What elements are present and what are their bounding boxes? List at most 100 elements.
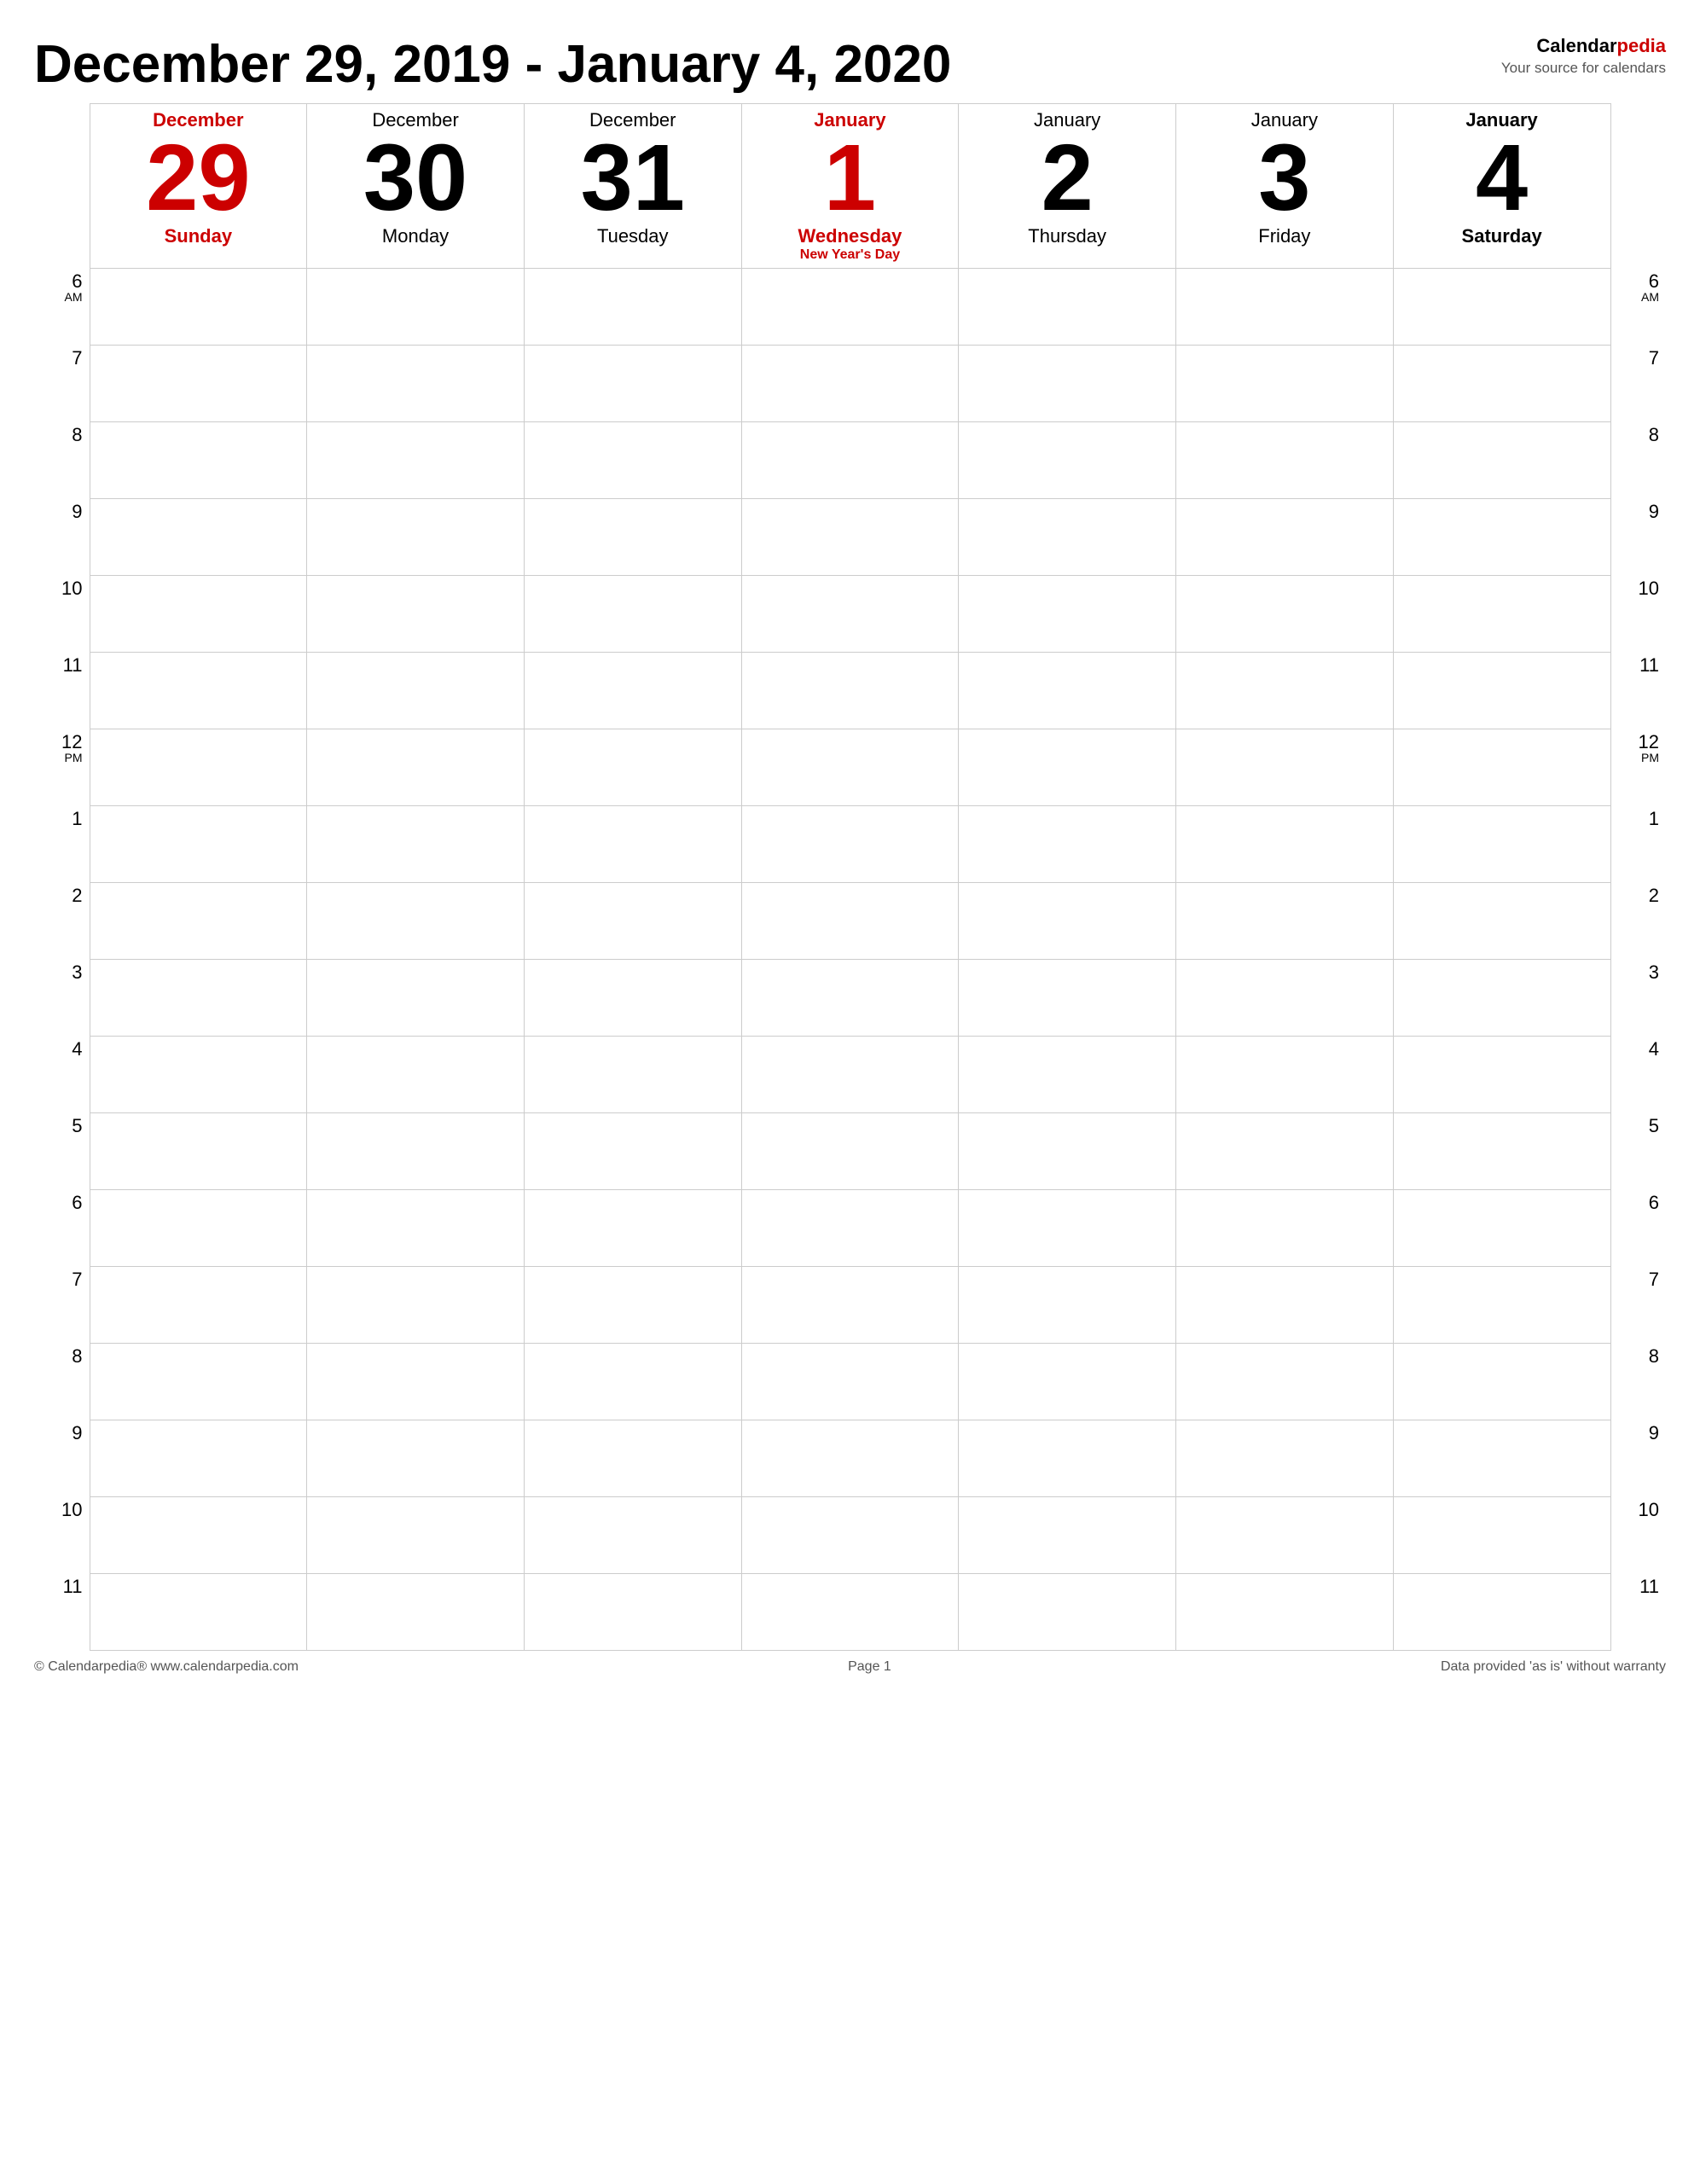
day-cell-1-hour-15[interactable]: [307, 1420, 525, 1497]
day-cell-5-hour-4[interactable]: [1176, 576, 1394, 653]
day-cell-3-hour-14[interactable]: [741, 1344, 959, 1420]
day-cell-3-hour-6[interactable]: [741, 729, 959, 806]
day-cell-0-hour-2[interactable]: [90, 422, 307, 499]
day-cell-0-hour-12[interactable]: [90, 1190, 307, 1267]
day-cell-0-hour-16[interactable]: [90, 1497, 307, 1574]
day-cell-0-hour-11[interactable]: [90, 1113, 307, 1190]
day-cell-0-hour-13[interactable]: [90, 1267, 307, 1344]
day-cell-5-hour-5[interactable]: [1176, 653, 1394, 729]
day-cell-5-hour-14[interactable]: [1176, 1344, 1394, 1420]
day-cell-3-hour-5[interactable]: [741, 653, 959, 729]
day-cell-2-hour-12[interactable]: [524, 1190, 741, 1267]
day-cell-3-hour-15[interactable]: [741, 1420, 959, 1497]
day-cell-5-hour-13[interactable]: [1176, 1267, 1394, 1344]
day-cell-2-hour-2[interactable]: [524, 422, 741, 499]
day-cell-1-hour-9[interactable]: [307, 960, 525, 1037]
day-cell-5-hour-9[interactable]: [1176, 960, 1394, 1037]
day-cell-3-hour-17[interactable]: [741, 1574, 959, 1651]
day-cell-5-hour-15[interactable]: [1176, 1420, 1394, 1497]
day-cell-1-hour-17[interactable]: [307, 1574, 525, 1651]
day-cell-0-hour-7[interactable]: [90, 806, 307, 883]
day-cell-3-hour-16[interactable]: [741, 1497, 959, 1574]
day-cell-2-hour-3[interactable]: [524, 499, 741, 576]
day-cell-4-hour-7[interactable]: [959, 806, 1176, 883]
day-cell-6-hour-9[interactable]: [1393, 960, 1610, 1037]
day-cell-2-hour-15[interactable]: [524, 1420, 741, 1497]
day-cell-1-hour-2[interactable]: [307, 422, 525, 499]
day-cell-5-hour-8[interactable]: [1176, 883, 1394, 960]
day-cell-6-hour-6[interactable]: [1393, 729, 1610, 806]
day-cell-1-hour-13[interactable]: [307, 1267, 525, 1344]
day-cell-2-hour-8[interactable]: [524, 883, 741, 960]
day-cell-2-hour-16[interactable]: [524, 1497, 741, 1574]
day-cell-0-hour-8[interactable]: [90, 883, 307, 960]
day-cell-6-hour-13[interactable]: [1393, 1267, 1610, 1344]
day-cell-1-hour-10[interactable]: [307, 1037, 525, 1113]
day-cell-4-hour-0[interactable]: [959, 269, 1176, 346]
day-cell-4-hour-13[interactable]: [959, 1267, 1176, 1344]
day-cell-6-hour-14[interactable]: [1393, 1344, 1610, 1420]
day-cell-0-hour-4[interactable]: [90, 576, 307, 653]
day-cell-4-hour-9[interactable]: [959, 960, 1176, 1037]
day-cell-1-hour-4[interactable]: [307, 576, 525, 653]
day-cell-5-hour-17[interactable]: [1176, 1574, 1394, 1651]
day-cell-1-hour-0[interactable]: [307, 269, 525, 346]
day-cell-6-hour-1[interactable]: [1393, 346, 1610, 422]
day-cell-5-hour-11[interactable]: [1176, 1113, 1394, 1190]
day-cell-1-hour-12[interactable]: [307, 1190, 525, 1267]
day-cell-0-hour-14[interactable]: [90, 1344, 307, 1420]
day-cell-1-hour-11[interactable]: [307, 1113, 525, 1190]
day-cell-1-hour-7[interactable]: [307, 806, 525, 883]
day-cell-4-hour-4[interactable]: [959, 576, 1176, 653]
day-cell-4-hour-3[interactable]: [959, 499, 1176, 576]
day-cell-2-hour-13[interactable]: [524, 1267, 741, 1344]
day-cell-5-hour-10[interactable]: [1176, 1037, 1394, 1113]
day-cell-4-hour-8[interactable]: [959, 883, 1176, 960]
day-cell-1-hour-8[interactable]: [307, 883, 525, 960]
day-cell-5-hour-3[interactable]: [1176, 499, 1394, 576]
day-cell-5-hour-16[interactable]: [1176, 1497, 1394, 1574]
day-cell-0-hour-1[interactable]: [90, 346, 307, 422]
day-cell-4-hour-6[interactable]: [959, 729, 1176, 806]
day-cell-2-hour-0[interactable]: [524, 269, 741, 346]
day-cell-0-hour-0[interactable]: [90, 269, 307, 346]
day-cell-4-hour-1[interactable]: [959, 346, 1176, 422]
day-cell-6-hour-5[interactable]: [1393, 653, 1610, 729]
day-cell-6-hour-0[interactable]: [1393, 269, 1610, 346]
day-cell-6-hour-16[interactable]: [1393, 1497, 1610, 1574]
day-cell-6-hour-15[interactable]: [1393, 1420, 1610, 1497]
day-cell-5-hour-7[interactable]: [1176, 806, 1394, 883]
day-cell-2-hour-7[interactable]: [524, 806, 741, 883]
day-cell-6-hour-12[interactable]: [1393, 1190, 1610, 1267]
day-cell-3-hour-11[interactable]: [741, 1113, 959, 1190]
day-cell-0-hour-3[interactable]: [90, 499, 307, 576]
day-cell-4-hour-12[interactable]: [959, 1190, 1176, 1267]
day-cell-4-hour-11[interactable]: [959, 1113, 1176, 1190]
day-cell-6-hour-7[interactable]: [1393, 806, 1610, 883]
day-cell-3-hour-9[interactable]: [741, 960, 959, 1037]
day-cell-1-hour-6[interactable]: [307, 729, 525, 806]
day-cell-3-hour-2[interactable]: [741, 422, 959, 499]
day-cell-2-hour-9[interactable]: [524, 960, 741, 1037]
day-cell-3-hour-13[interactable]: [741, 1267, 959, 1344]
day-cell-3-hour-10[interactable]: [741, 1037, 959, 1113]
day-cell-4-hour-5[interactable]: [959, 653, 1176, 729]
day-cell-3-hour-12[interactable]: [741, 1190, 959, 1267]
day-cell-0-hour-5[interactable]: [90, 653, 307, 729]
day-cell-3-hour-4[interactable]: [741, 576, 959, 653]
day-cell-6-hour-2[interactable]: [1393, 422, 1610, 499]
day-cell-1-hour-3[interactable]: [307, 499, 525, 576]
day-cell-0-hour-6[interactable]: [90, 729, 307, 806]
day-cell-2-hour-5[interactable]: [524, 653, 741, 729]
day-cell-3-hour-8[interactable]: [741, 883, 959, 960]
day-cell-5-hour-1[interactable]: [1176, 346, 1394, 422]
day-cell-5-hour-0[interactable]: [1176, 269, 1394, 346]
day-cell-2-hour-17[interactable]: [524, 1574, 741, 1651]
day-cell-5-hour-6[interactable]: [1176, 729, 1394, 806]
day-cell-4-hour-2[interactable]: [959, 422, 1176, 499]
day-cell-4-hour-17[interactable]: [959, 1574, 1176, 1651]
day-cell-4-hour-10[interactable]: [959, 1037, 1176, 1113]
day-cell-3-hour-1[interactable]: [741, 346, 959, 422]
day-cell-6-hour-10[interactable]: [1393, 1037, 1610, 1113]
day-cell-6-hour-3[interactable]: [1393, 499, 1610, 576]
